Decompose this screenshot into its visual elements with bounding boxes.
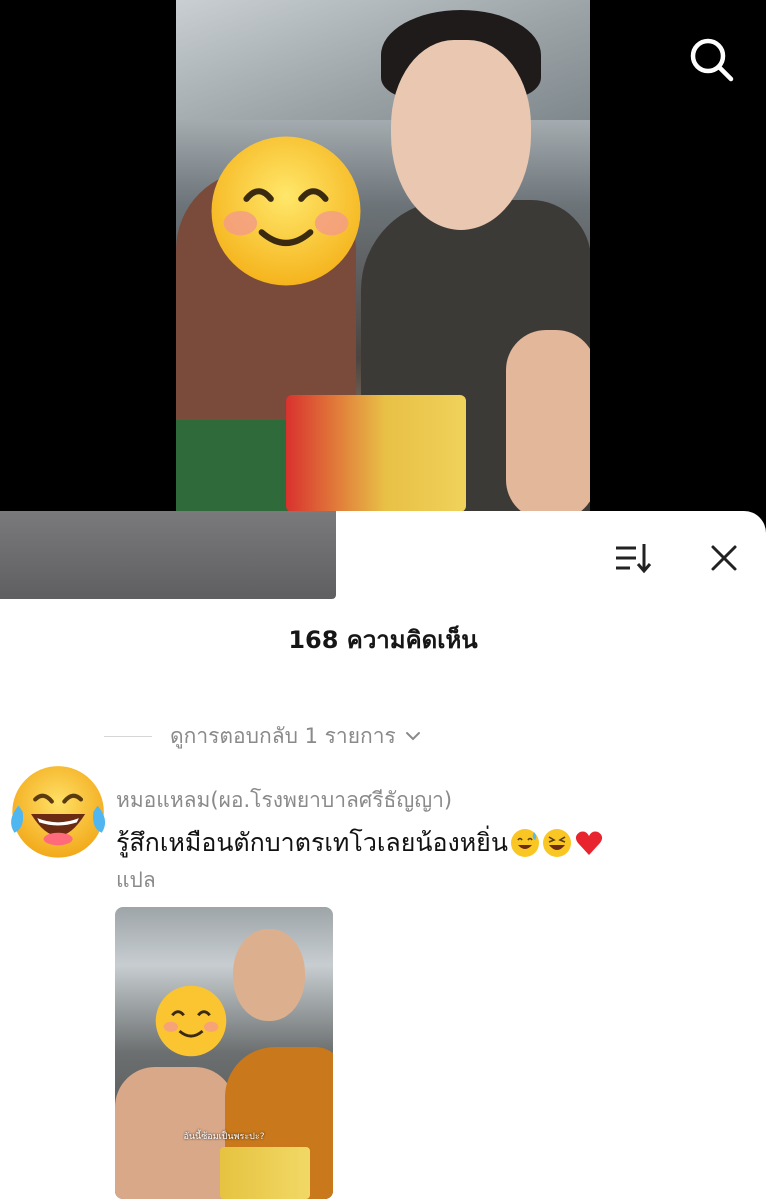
comment-image-attachment[interactable]: อันนี้ซ้อมเป็นพระปะ? bbox=[115, 907, 333, 1199]
divider-line bbox=[104, 735, 152, 737]
search-button[interactable] bbox=[686, 34, 738, 86]
redaction-bar bbox=[0, 511, 336, 599]
smiling-face-emoji-icon bbox=[211, 136, 361, 286]
thumb-caption: อันนี้ซ้อมเป็นพระปะ? bbox=[183, 1132, 265, 1142]
comment-username[interactable]: หมอแหลม(ผอ.โรงพยาบาลศรีธัญญา) bbox=[116, 784, 452, 817]
search-icon bbox=[690, 38, 734, 82]
sort-icon bbox=[616, 544, 652, 574]
close-button[interactable] bbox=[704, 538, 744, 578]
video-bag bbox=[176, 420, 296, 512]
tears-of-joy-emoji-icon[interactable] bbox=[4, 762, 108, 866]
red-heart-emoji-icon bbox=[575, 831, 603, 855]
view-replies-link[interactable]: ดูการตอบกลับ 1 รายการ bbox=[104, 720, 422, 752]
view-replies-label: ดูการตอบกลับ 1 รายการ bbox=[170, 723, 396, 748]
video-snacks bbox=[286, 395, 466, 512]
video-player[interactable] bbox=[0, 0, 766, 520]
thumb-snack bbox=[220, 1147, 310, 1199]
laughing-emoji-icon bbox=[542, 829, 571, 857]
smiling-face-emoji-icon bbox=[155, 985, 227, 1057]
chevron-down-icon bbox=[405, 732, 420, 741]
comment-text: รู้สึกเหมือนตักบาตรเทโวเลยน้องหยิ่น bbox=[116, 828, 508, 857]
video-hand bbox=[506, 330, 590, 512]
video-person-head bbox=[391, 40, 531, 230]
thumb-monk-head bbox=[233, 929, 305, 1021]
sort-button[interactable] bbox=[612, 540, 654, 576]
close-icon bbox=[711, 545, 737, 571]
comment-body: รู้สึกเหมือนตักบาตรเทโวเลยน้องหยิ่น bbox=[116, 823, 604, 863]
sweat-smile-emoji-icon bbox=[510, 829, 539, 857]
comment-count-title: 168 ความคิดเห็น bbox=[288, 626, 478, 654]
translate-link[interactable]: แปล bbox=[116, 864, 156, 897]
